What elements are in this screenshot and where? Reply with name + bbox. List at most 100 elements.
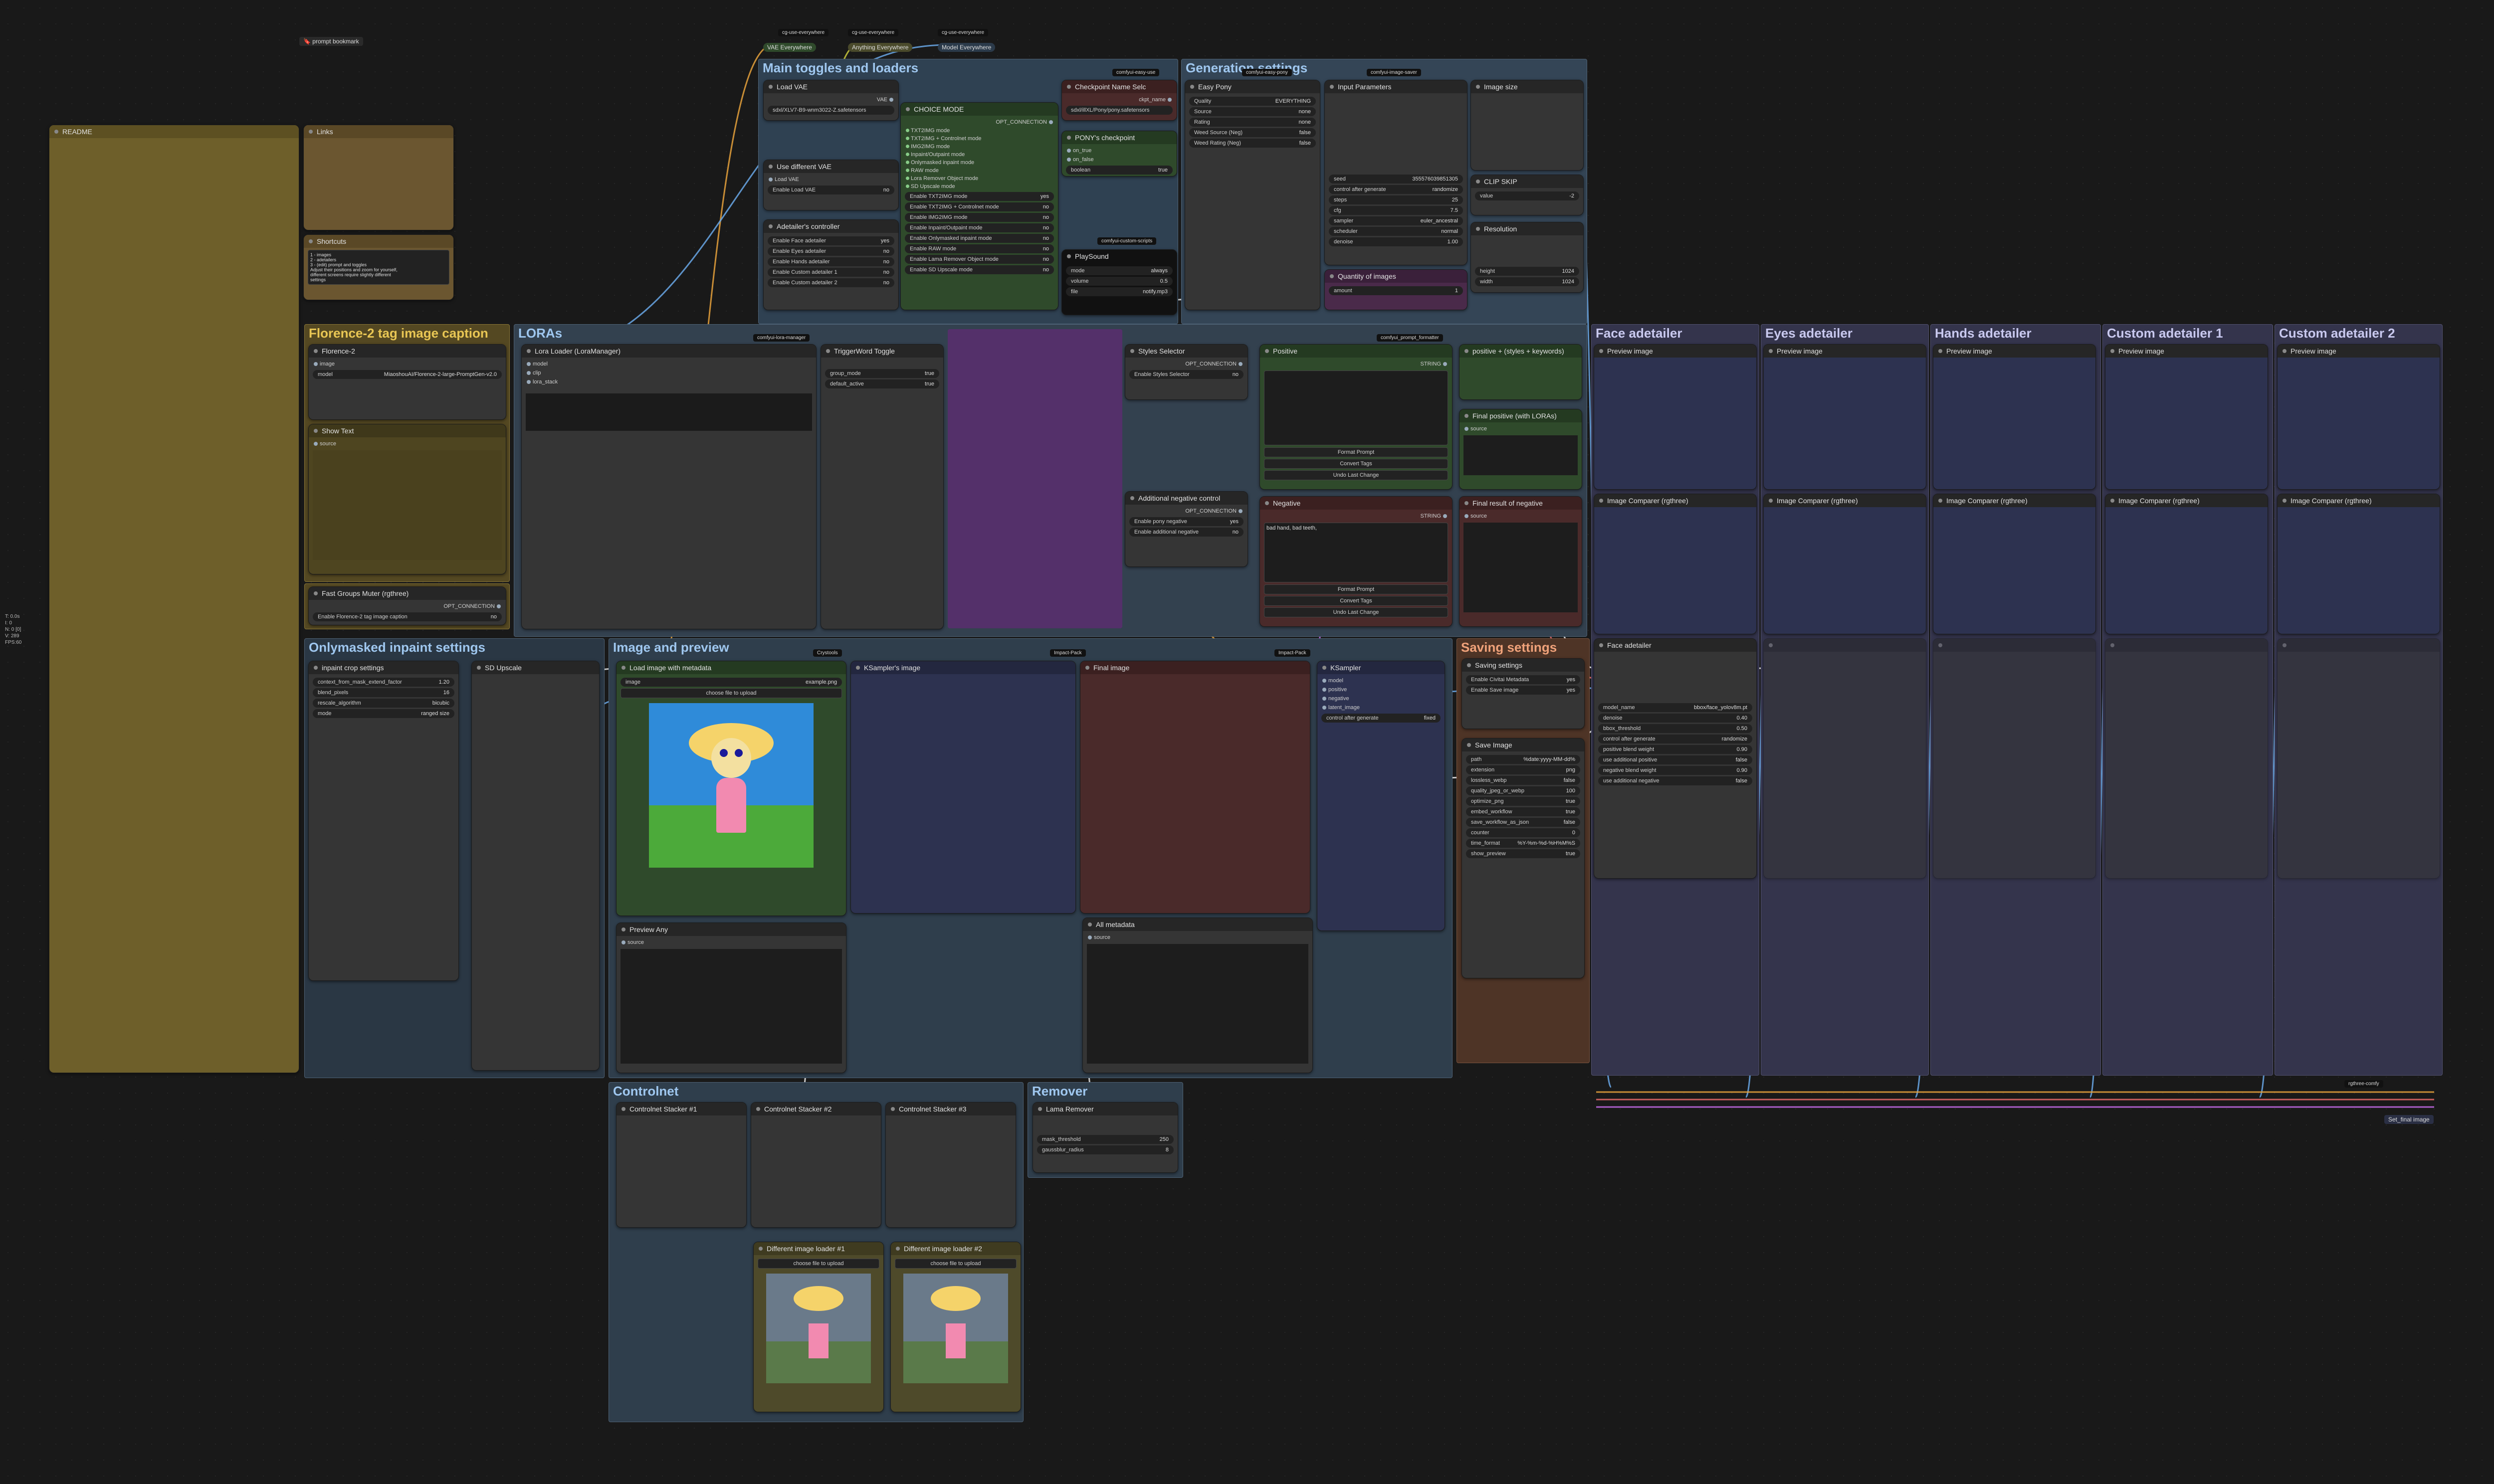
pony-checkpoint-node[interactable]: PONY's checkpoint on_true on_false boole… bbox=[1061, 131, 1177, 177]
sampler-widget[interactable]: control after generate randomize bbox=[1329, 185, 1463, 194]
sampler-widget[interactable]: scheduler normal bbox=[1329, 227, 1463, 236]
adetailer-toggle[interactable]: Enable Custom adetailer 2 no bbox=[768, 278, 894, 287]
image-input[interactable]: image bbox=[313, 360, 502, 369]
adetailer-toggle[interactable]: Enable Hands adetailer no bbox=[768, 257, 894, 266]
blend-pixels-widget[interactable]: blend_pixels 16 bbox=[313, 688, 454, 697]
mode-item[interactable]: TXT2IMG mode bbox=[905, 127, 1054, 135]
playsound-node[interactable]: PlaySound mode always volume 0.5 file notify.… bbox=[1061, 249, 1177, 315]
positive-node[interactable]: Positive STRING Format Prompt Convert Ta… bbox=[1259, 344, 1453, 490]
trigger-toggle-node[interactable]: TriggerWord Toggle group_mode true default… bbox=[821, 344, 944, 629]
adetailer-node[interactable] bbox=[1763, 638, 1926, 879]
controlnet-stacker-3[interactable]: Controlnet Stacker #3 bbox=[885, 1102, 1016, 1228]
save-image-node[interactable]: Save Image path %date:yyyy-MM-dd% extensio… bbox=[1461, 738, 1585, 978]
adetailer-node[interactable]: Image Comparer (rgthree) bbox=[2105, 494, 2268, 634]
final-positive-node[interactable]: Final positive (with LORAs) source bbox=[1459, 409, 1582, 490]
save-widget[interactable]: optimize_png true bbox=[1466, 797, 1580, 806]
context-factor-widget[interactable]: context_from_mask_extend_factor 1.20 bbox=[313, 678, 454, 687]
trigger-widget[interactable]: default_active true bbox=[825, 379, 939, 388]
upload-button[interactable]: choose file to upload bbox=[621, 688, 842, 698]
positive-prompt-textarea[interactable] bbox=[1264, 371, 1448, 445]
face-detailer-widget[interactable]: use additional negative false bbox=[1598, 776, 1752, 785]
lama-widget[interactable]: gaussblur_radius 8 bbox=[1037, 1145, 1174, 1154]
pony-widget[interactable]: Weed Rating (Neg) false bbox=[1189, 139, 1316, 148]
use-different-vae-node[interactable]: Use different VAE Load VAE Enable Load V… bbox=[763, 160, 899, 210]
enable-load-vae-toggle[interactable]: Enable Load VAE no bbox=[768, 186, 894, 194]
enable-styles-toggle[interactable]: Enable Styles Selector no bbox=[1129, 370, 1244, 379]
face-detailer-widget[interactable]: denoise 0.40 bbox=[1598, 714, 1752, 723]
mode-toggle[interactable]: Enable Lama Remover Object mode no bbox=[905, 255, 1054, 264]
resolution-widget[interactable]: width 1024 bbox=[1475, 277, 1579, 286]
mode-item[interactable]: Lora Remover Object mode bbox=[905, 175, 1054, 183]
face-detailer-widget[interactable]: use additional positive false bbox=[1598, 755, 1752, 764]
final-image-node[interactable]: Final image bbox=[1080, 661, 1310, 914]
choice-mode-node[interactable]: CHOICE MODE OPT_CONNECTION TXT2IMG mode T… bbox=[900, 102, 1058, 310]
undo-last-button[interactable]: Undo Last Change bbox=[1264, 607, 1448, 617]
inpaint-crop-node[interactable]: inpaint crop settings context_from_mask_… bbox=[308, 661, 459, 981]
resolution-widget[interactable]: height 1024 bbox=[1475, 267, 1579, 276]
save-widget[interactable]: embed_workflow true bbox=[1466, 807, 1580, 816]
different-image-loader-2[interactable]: Different image loader #2 choose file to… bbox=[890, 1242, 1021, 1412]
negative-prompt-textarea[interactable]: bad hand, bad teeth, bbox=[1264, 523, 1448, 582]
control-after-generate-widget[interactable]: control after generate fixed bbox=[1321, 714, 1441, 723]
model-input[interactable]: model bbox=[526, 360, 812, 369]
clip-skip-widget[interactable]: value -2 bbox=[1475, 191, 1579, 200]
save-widget[interactable]: path %date:yyyy-MM-dd% bbox=[1466, 755, 1580, 764]
sampler-widget[interactable]: steps 25 bbox=[1329, 195, 1463, 204]
amount-widget[interactable]: amount 1 bbox=[1329, 286, 1463, 295]
enable-save-toggle[interactable]: Enable Save image yes bbox=[1466, 686, 1580, 695]
lama-remover-node[interactable]: Lama Remover mask_threshold 250 gaussblur_… bbox=[1033, 1102, 1178, 1173]
string-output[interactable]: STRING bbox=[1264, 360, 1448, 369]
links-note[interactable]: Links bbox=[303, 125, 454, 230]
enable-additional-negative-toggle[interactable]: Enable additional negative no bbox=[1129, 528, 1244, 537]
adetailer-toggle[interactable]: Enable Custom adetailer 1 no bbox=[768, 268, 894, 277]
checkpoint-name-node[interactable]: Checkpoint Name Selc ckpt_name sdxl/illX… bbox=[1061, 80, 1177, 121]
opt-connection-output[interactable]: OPT_CONNECTION bbox=[313, 602, 502, 611]
additional-negative-node[interactable]: Additional negative control OPT_CONNECTI… bbox=[1125, 491, 1248, 567]
bookmark-tag[interactable]: 🔖 prompt bookmark bbox=[299, 37, 363, 46]
source-input[interactable]: source bbox=[313, 439, 502, 448]
enable-pony-negative-toggle[interactable]: Enable pony negative yes bbox=[1129, 517, 1244, 526]
string-output[interactable]: STRING bbox=[1264, 512, 1448, 521]
enable-civitai-toggle[interactable]: Enable Civitai Metadata yes bbox=[1466, 675, 1580, 684]
vae-name-widget[interactable]: sdxl/XLV7-B9-wnm3022-Z.safetensors bbox=[768, 106, 894, 115]
controlnet-stacker-2[interactable]: Controlnet Stacker #2 bbox=[751, 1102, 881, 1228]
adetailer-node[interactable]: Preview image bbox=[1594, 344, 1757, 490]
mode-toggle[interactable]: Enable TXT2IMG + Controlnet mode no bbox=[905, 202, 1054, 211]
mode-toggle[interactable]: Enable TXT2IMG mode yes bbox=[905, 192, 1054, 201]
mode-widget[interactable]: mode ranged size bbox=[313, 709, 454, 718]
adetailer-toggle[interactable]: Enable Eyes adetailer no bbox=[768, 247, 894, 256]
model-input[interactable]: model bbox=[1321, 676, 1441, 685]
mode-toggle[interactable]: Enable Onlymasked inpaint mode no bbox=[905, 234, 1054, 243]
mode-item[interactable]: Inpaint/Outpaint mode bbox=[905, 151, 1054, 159]
negative-node[interactable]: Negative STRING bad hand, bad teeth, For… bbox=[1259, 496, 1453, 627]
ckpt-name-widget[interactable]: sdxl/illXL/Pony/pony.safetensors bbox=[1066, 106, 1173, 115]
convert-tags-button[interactable]: Convert Tags bbox=[1264, 596, 1448, 606]
shortcuts-text[interactable]: 1 - images 2 - adetailers 3 - (edit) pro… bbox=[308, 250, 449, 285]
load-vae-node[interactable]: Load VAE VAE sdxl/XLV7-B9-wnm3022-Z.safe… bbox=[763, 80, 899, 121]
opt-connection-output[interactable]: OPT_CONNECTION bbox=[905, 118, 1054, 127]
adetailer-node[interactable] bbox=[1933, 638, 2096, 879]
source-input[interactable]: source bbox=[1087, 933, 1308, 942]
saving-settings-node[interactable]: Saving settings Enable Civitai Metadata y… bbox=[1461, 658, 1585, 729]
lora-list-area[interactable] bbox=[526, 393, 812, 431]
pony-widget[interactable]: Source none bbox=[1189, 107, 1316, 116]
model-everywhere-node[interactable]: Model Everywhere bbox=[938, 43, 996, 52]
face-detailer-widget[interactable]: control after generate randomize bbox=[1598, 735, 1752, 743]
adetailer-node[interactable]: Preview image bbox=[2105, 344, 2268, 490]
image-file-widget[interactable]: image example.png bbox=[621, 678, 842, 687]
positive-input[interactable]: positive bbox=[1321, 685, 1441, 694]
image-size-node[interactable]: Image size bbox=[1470, 80, 1584, 171]
ksampler-image-node[interactable]: KSampler's image bbox=[850, 661, 1076, 914]
lora-loader-node[interactable]: Lora Loader (LoraManager) model clip lor… bbox=[521, 344, 817, 629]
adetailer-node[interactable] bbox=[2105, 638, 2268, 879]
show-text-node[interactable]: Show Text source bbox=[308, 424, 506, 574]
on-true-input[interactable]: on_true bbox=[1066, 146, 1173, 155]
save-widget[interactable]: save_workflow_as_json false bbox=[1466, 818, 1580, 827]
lora-stack-input[interactable]: lora_stack bbox=[526, 377, 812, 386]
load-vae-input[interactable]: Load VAE bbox=[768, 175, 894, 184]
mode-item[interactable]: TXT2IMG + Controlnet mode bbox=[905, 135, 1054, 143]
fast-groups-muter-node[interactable]: Fast Groups Muter (rgthree) OPT_CONNECTI… bbox=[308, 586, 506, 625]
sampler-widget[interactable]: cfg 7.5 bbox=[1329, 206, 1463, 215]
mode-toggle[interactable]: Enable SD Upscale mode no bbox=[905, 265, 1054, 274]
positive-concat-node[interactable]: positive + (styles + keywords) bbox=[1459, 344, 1582, 400]
